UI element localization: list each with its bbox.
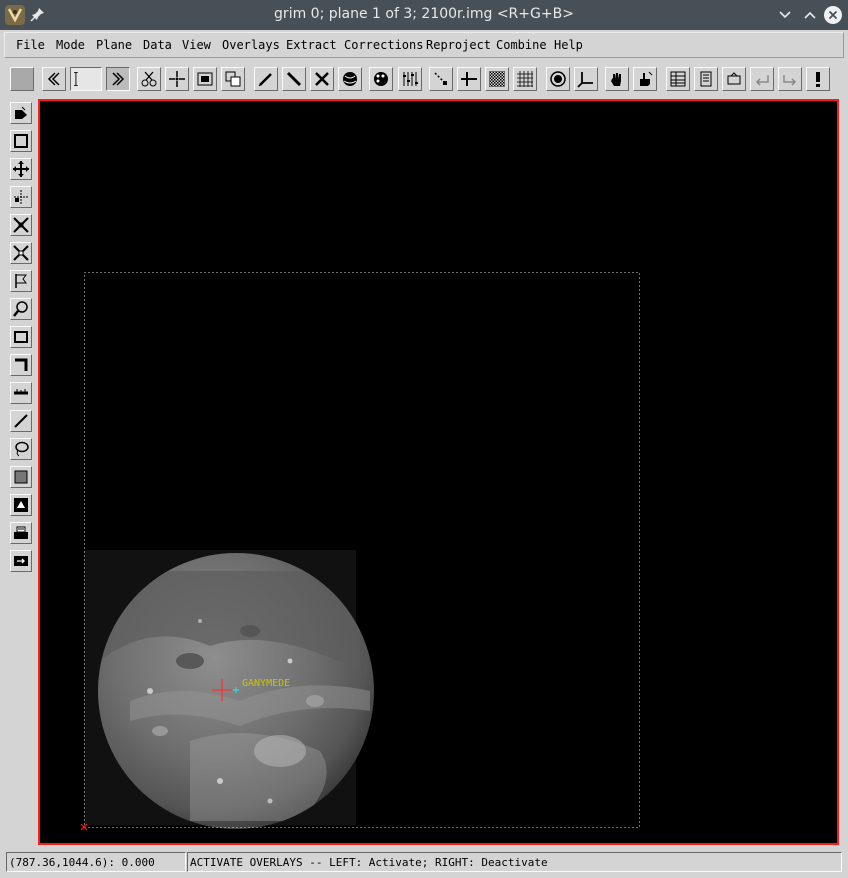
draw-line-button[interactable] xyxy=(10,410,32,432)
table-tool-button[interactable] xyxy=(666,67,690,91)
rectangle-button[interactable] xyxy=(10,326,32,348)
move-button[interactable] xyxy=(10,158,32,180)
pixel-select-button[interactable] xyxy=(10,186,32,208)
title-bar[interactable]: grim 0; plane 1 of 3; 2100r.img <R+G+B> xyxy=(0,0,848,30)
next-plane-button[interactable] xyxy=(106,67,130,91)
plane-number-field[interactable] xyxy=(70,67,102,91)
menu-combine[interactable]: Combine xyxy=(496,38,547,52)
magnify-button[interactable] xyxy=(10,298,32,320)
cross-select-button[interactable] xyxy=(10,242,32,264)
menu-bar: File Mode Plane Data View Overlays Extra… xyxy=(4,32,844,58)
tag-tool-button[interactable] xyxy=(722,67,746,91)
point-tool-button[interactable] xyxy=(429,67,453,91)
fill-region-button[interactable] xyxy=(10,466,32,488)
dither-tool-button[interactable] xyxy=(485,67,509,91)
slice-tool-button[interactable] xyxy=(282,67,306,91)
target-label: GANYMEDE xyxy=(242,678,290,689)
ruler-button[interactable] xyxy=(10,382,32,404)
hand-tool-button[interactable] xyxy=(605,67,629,91)
color-swatch-button[interactable] xyxy=(10,67,34,91)
menu-mode[interactable]: Mode xyxy=(56,38,85,52)
window-title: grim 0; plane 1 of 3; 2100r.img <R+G+B> xyxy=(274,6,574,22)
menu-plane[interactable]: Plane xyxy=(96,38,132,52)
printer-button[interactable] xyxy=(10,522,32,544)
status-message: ACTIVATE OVERLAYS -- LEFT: Activate; RIG… xyxy=(187,852,842,872)
image-view: GANYMEDE xyxy=(80,272,640,831)
corner-tool-button[interactable] xyxy=(457,67,481,91)
menu-help[interactable]: Help xyxy=(554,38,583,52)
menu-view[interactable]: View xyxy=(182,38,211,52)
menu-data[interactable]: Data xyxy=(143,38,172,52)
paint-tool-button[interactable] xyxy=(369,67,393,91)
toolbar xyxy=(4,62,844,96)
chevron-down-icon[interactable] xyxy=(775,5,795,25)
redo-button[interactable] xyxy=(778,67,802,91)
axes-tool-button[interactable] xyxy=(574,67,598,91)
copy-tool-button[interactable] xyxy=(221,67,245,91)
close-icon[interactable] xyxy=(823,5,843,25)
export-button[interactable] xyxy=(10,550,32,572)
menu-corrections[interactable]: Corrections xyxy=(344,38,423,52)
stamp-button[interactable] xyxy=(10,494,32,516)
levels-tool-button[interactable] xyxy=(398,67,422,91)
notes-tool-button[interactable] xyxy=(694,67,718,91)
coordinate-readout: (787.36,1044.6): 0.000 xyxy=(6,852,186,872)
menu-reproject[interactable]: Reproject xyxy=(426,38,491,52)
menu-file[interactable]: File xyxy=(16,38,45,52)
frame-tool-button[interactable] xyxy=(193,67,217,91)
corner-button[interactable] xyxy=(10,354,32,376)
scissors-tool-button[interactable] xyxy=(137,67,161,91)
chevron-up-icon[interactable] xyxy=(800,5,820,25)
alert-button[interactable] xyxy=(806,67,830,91)
image-canvas[interactable]: GANYMEDE xyxy=(38,99,839,845)
flag-button[interactable] xyxy=(10,270,32,292)
cross-tool-button[interactable] xyxy=(310,67,334,91)
tag-pointer-button[interactable] xyxy=(10,102,32,124)
globe-tool-button[interactable] xyxy=(338,67,362,91)
undo-button[interactable] xyxy=(750,67,774,91)
lasso-button[interactable] xyxy=(10,438,32,460)
grid-tool-button[interactable] xyxy=(513,67,537,91)
menu-extract[interactable]: Extract xyxy=(286,38,337,52)
menu-overlays[interactable]: Overlays xyxy=(222,38,280,52)
center-tool-button[interactable] xyxy=(165,67,189,91)
pan-tool-button[interactable] xyxy=(633,67,657,91)
line-tool-button[interactable] xyxy=(254,67,278,91)
limb-tool-button[interactable] xyxy=(546,67,570,91)
previous-plane-button[interactable] xyxy=(42,67,66,91)
select-box-button[interactable] xyxy=(10,130,32,152)
star-select-button[interactable] xyxy=(10,214,32,236)
